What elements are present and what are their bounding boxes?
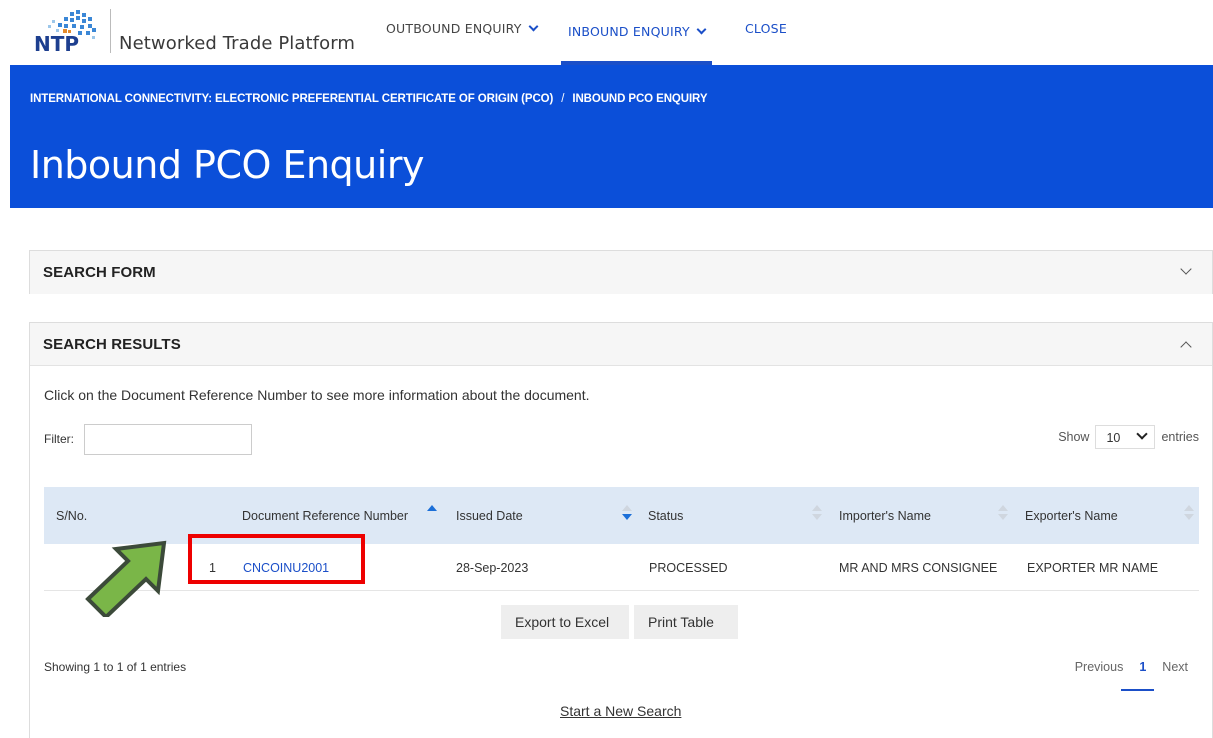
column-header-sno[interactable]: S/No. bbox=[56, 509, 87, 523]
page-length-select[interactable]: 10 bbox=[1095, 425, 1156, 449]
search-results-header[interactable]: SEARCH RESULTS bbox=[30, 323, 1212, 366]
page-title: Inbound PCO Enquiry bbox=[30, 143, 424, 187]
cell-issued-date: 28-Sep-2023 bbox=[456, 561, 529, 575]
print-table-button[interactable]: Print Table bbox=[634, 605, 738, 639]
brand-name: Networked Trade Platform bbox=[119, 33, 356, 54]
cell-status: PROCESSED bbox=[649, 561, 728, 575]
nav-outbound-enquiry[interactable]: OUTBOUND ENQUIRY bbox=[386, 21, 539, 36]
export-to-excel-button[interactable]: Export to Excel bbox=[501, 605, 629, 639]
start-new-search-link[interactable]: Start a New Search bbox=[560, 703, 681, 719]
pagination-page-1[interactable]: 1 bbox=[1139, 660, 1146, 674]
chevron-down-icon[interactable] bbox=[1180, 263, 1192, 275]
filter-label: Filter: bbox=[44, 432, 74, 446]
sort-icon[interactable] bbox=[1184, 505, 1194, 521]
search-results-panel: SEARCH RESULTS Click on the Document Ref… bbox=[29, 322, 1213, 738]
sort-icon[interactable] bbox=[812, 505, 822, 521]
current-page-indicator bbox=[1121, 689, 1154, 691]
logo-text: NTP bbox=[34, 32, 79, 54]
search-form-header[interactable]: SEARCH FORM bbox=[30, 251, 1212, 294]
results-hint: Click on the Document Reference Number t… bbox=[44, 387, 590, 403]
nav-close[interactable]: CLOSE bbox=[745, 21, 787, 36]
column-header-issued-date[interactable]: Issued Date bbox=[456, 509, 523, 523]
sort-icon[interactable] bbox=[998, 505, 1008, 521]
sort-icon[interactable] bbox=[622, 505, 632, 521]
page-length-control: Show 10 entries bbox=[1058, 425, 1199, 454]
pagination: Previous 1 Next bbox=[1059, 660, 1188, 674]
top-navigation: NTP Networked Trade Platform OUTBOUND EN… bbox=[0, 0, 1213, 65]
nav-inbound-enquiry[interactable]: INBOUND ENQUIRY bbox=[568, 24, 707, 39]
column-header-exporter[interactable]: Exporter's Name bbox=[1025, 509, 1118, 523]
column-header-status[interactable]: Status bbox=[648, 509, 683, 523]
page-banner: INTERNATIONAL CONNECTIVITY: ELECTRONIC P… bbox=[10, 65, 1213, 208]
entries-info: Showing 1 to 1 of 1 entries bbox=[44, 660, 187, 674]
entries-label: entries bbox=[1161, 430, 1199, 444]
green-arrow-icon bbox=[85, 540, 167, 617]
nav-outbound-label: OUTBOUND ENQUIRY bbox=[386, 21, 522, 36]
nav-inbound-label: INBOUND ENQUIRY bbox=[568, 24, 690, 39]
breadcrumb-item-inbound: INBOUND PCO ENQUIRY bbox=[572, 93, 708, 105]
chevron-up-icon[interactable] bbox=[1180, 341, 1192, 353]
breadcrumb-separator: / bbox=[561, 93, 565, 105]
column-header-docref[interactable]: Document Reference Number bbox=[242, 509, 408, 523]
chevron-down-icon bbox=[1136, 428, 1149, 440]
search-form-panel: SEARCH FORM bbox=[29, 250, 1213, 294]
page-length-value: 10 bbox=[1106, 431, 1121, 445]
cell-importer: MR AND MRS CONSIGNEE bbox=[839, 561, 998, 575]
breadcrumb-item-pco[interactable]: INTERNATIONAL CONNECTIVITY: ELECTRONIC P… bbox=[30, 93, 553, 105]
breadcrumb: INTERNATIONAL CONNECTIVITY: ELECTRONIC P… bbox=[30, 93, 707, 105]
chevron-down-icon bbox=[528, 21, 539, 32]
pagination-previous[interactable]: Previous bbox=[1075, 660, 1124, 674]
column-header-importer[interactable]: Importer's Name bbox=[839, 509, 931, 523]
cell-exporter: EXPORTER MR NAME bbox=[1027, 561, 1159, 575]
pagination-next[interactable]: Next bbox=[1162, 660, 1188, 674]
filter-input[interactable] bbox=[84, 424, 252, 455]
search-results-title: SEARCH RESULTS bbox=[43, 336, 181, 353]
sort-ascending-icon[interactable] bbox=[427, 505, 437, 521]
ntp-logo[interactable]: NTP bbox=[34, 8, 98, 54]
highlight-box bbox=[188, 534, 365, 584]
chevron-down-icon bbox=[696, 24, 707, 35]
search-form-title: SEARCH FORM bbox=[43, 264, 156, 281]
show-label: Show bbox=[1058, 430, 1090, 444]
logo-divider bbox=[110, 9, 111, 53]
